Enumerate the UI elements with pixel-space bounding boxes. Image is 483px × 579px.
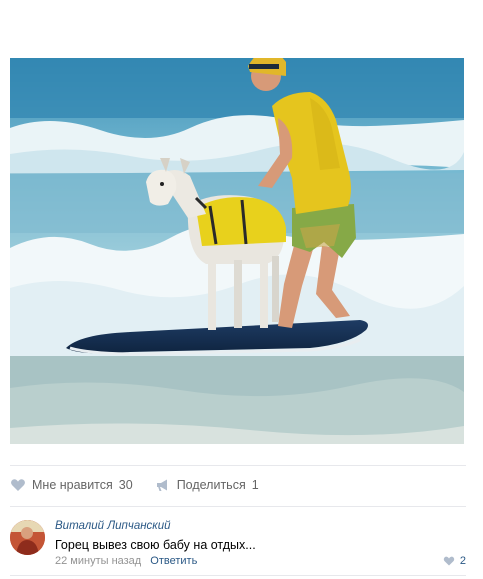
divider: [10, 465, 466, 466]
comment-like-count: 2: [459, 555, 466, 567]
share-button[interactable]: Поделиться 1: [155, 477, 259, 493]
reply-link[interactable]: Ответить: [150, 555, 197, 567]
divider: [10, 506, 466, 507]
like-label: Мне нравится: [32, 478, 113, 492]
like-count: 30: [118, 478, 133, 492]
share-label: Поделиться: [176, 478, 246, 492]
megaphone-icon: [155, 477, 171, 493]
comment-author[interactable]: Виталий Липчанский: [55, 520, 171, 532]
like-button[interactable]: Мне нравится 30: [10, 477, 133, 493]
comment-like-button[interactable]: 2: [443, 555, 466, 567]
comment-time[interactable]: 22 минуты назад: [55, 555, 141, 567]
comment-text: Горец вывез свою бабу на отдых...: [55, 538, 256, 552]
post-photo[interactable]: [10, 58, 464, 444]
comment-meta: 22 минуты назад Ответить: [55, 555, 197, 567]
heart-icon: [10, 477, 26, 493]
heart-icon: [443, 555, 455, 567]
comment-item: Виталий Липчанский Горец вывез свою бабу…: [10, 517, 466, 569]
post-actions: Мне нравится 30 Поделиться 1: [10, 475, 281, 495]
divider: [10, 575, 466, 576]
surfing-goat-image: [10, 58, 464, 444]
avatar[interactable]: [10, 520, 45, 555]
share-count: 1: [251, 478, 259, 492]
